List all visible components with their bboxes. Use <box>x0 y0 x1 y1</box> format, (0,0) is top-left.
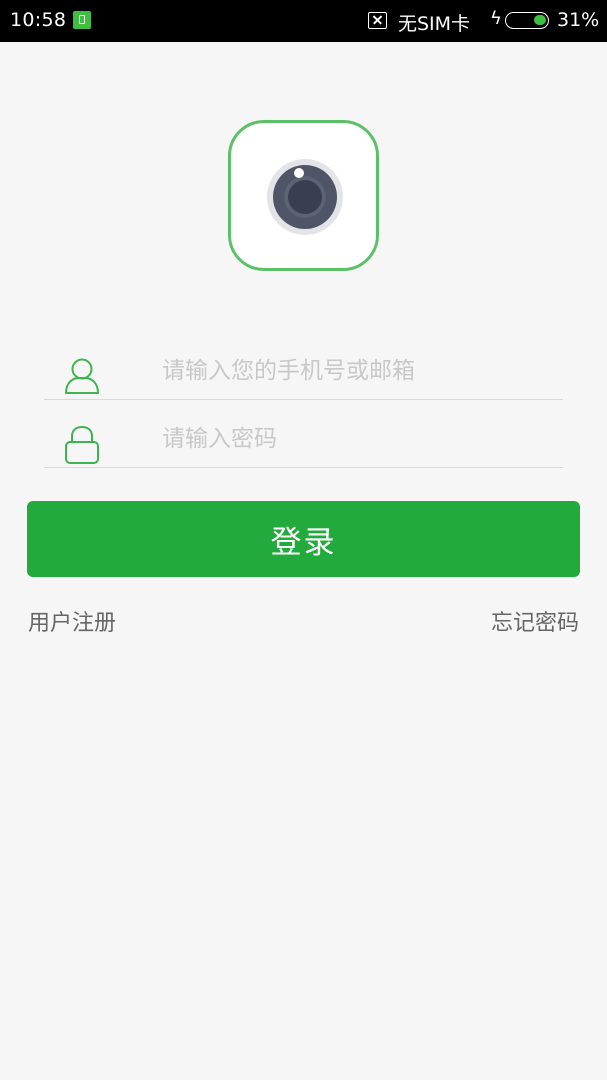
password-field <box>44 409 563 468</box>
sim-status: 无SIM卡 <box>398 13 471 35</box>
camera-lens <box>284 176 326 218</box>
no-sim-icon <box>368 12 387 29</box>
battery-percent: 31% <box>557 9 600 31</box>
account-field <box>44 341 563 400</box>
battery-saver-icon <box>73 11 91 29</box>
register-link[interactable]: 用户注册 <box>28 605 116 637</box>
camera-lens-ring <box>273 165 337 229</box>
charging-icon: ϟ <box>490 8 502 29</box>
status-time: 10:58 <box>10 9 67 31</box>
status-bar: 10:58 无SIM卡 ϟ 31% <box>0 0 607 42</box>
camera-icon <box>267 159 343 235</box>
user-icon <box>64 357 100 399</box>
account-input[interactable] <box>162 351 552 391</box>
lock-icon <box>64 425 100 469</box>
app-logo <box>228 120 379 271</box>
battery-level-fill <box>534 15 546 25</box>
camera-glint <box>294 168 304 178</box>
battery-icon <box>505 12 549 29</box>
login-button[interactable]: 登录 <box>27 501 580 577</box>
forgot-password-link[interactable]: 忘记密码 <box>491 605 579 637</box>
password-input[interactable] <box>162 419 552 459</box>
